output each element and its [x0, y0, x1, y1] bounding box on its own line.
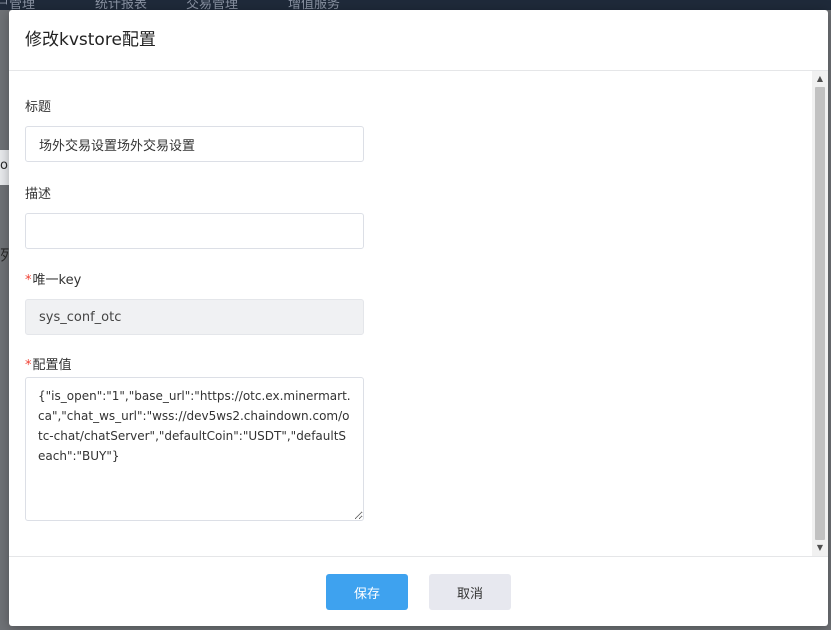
description-label: 描述: [25, 186, 51, 204]
dialog-title: 修改kvstore配置: [25, 30, 156, 50]
cancel-button[interactable]: 取消: [429, 574, 511, 610]
background-text-fragment: o: [0, 158, 8, 173]
config-value-textarea[interactable]: {"is_open":"1","base_url":"https://otc.e…: [25, 377, 364, 521]
title-label-text: 标题: [25, 100, 52, 115]
bg-nav-item: 交易管理: [186, 0, 239, 10]
config-value-label: *配置值: [25, 357, 72, 375]
description-input[interactable]: [25, 213, 364, 249]
config-value-label-text: 配置值: [32, 358, 72, 373]
vertical-scrollbar[interactable]: ▲ ▼: [812, 71, 828, 556]
background-top-nav: 户管理 统计报表 交易管理 增值服务: [0, 0, 831, 10]
dialog-footer: 保存 取消: [9, 556, 828, 626]
bg-nav-item: 户管理: [0, 0, 36, 10]
bg-nav-item: 统计报表: [95, 0, 148, 10]
required-marker: *: [25, 358, 32, 373]
unique-key-input: [25, 299, 364, 335]
title-input[interactable]: [25, 126, 364, 162]
scroll-up-arrow-icon[interactable]: ▲: [812, 71, 828, 87]
dialog-body: 标题 描述 *唯一key *配置值 {"is_open":"1","base_u…: [9, 71, 828, 556]
bg-nav-item: 增值服务: [288, 0, 341, 10]
unique-key-label: *唯一key: [25, 272, 81, 290]
dialog-header: 修改kvstore配置: [9, 10, 828, 71]
unique-key-label-text: 唯一key: [32, 273, 82, 288]
scrollbar-thumb[interactable]: [815, 87, 825, 540]
required-marker: *: [25, 273, 32, 288]
description-label-text: 描述: [25, 187, 52, 202]
edit-kvstore-dialog: 修改kvstore配置 标题 描述 *唯一key *配置值 {"is_open"…: [9, 10, 828, 626]
scroll-down-arrow-icon[interactable]: ▼: [812, 540, 828, 556]
save-button[interactable]: 保存: [326, 574, 408, 610]
title-label: 标题: [25, 99, 51, 117]
